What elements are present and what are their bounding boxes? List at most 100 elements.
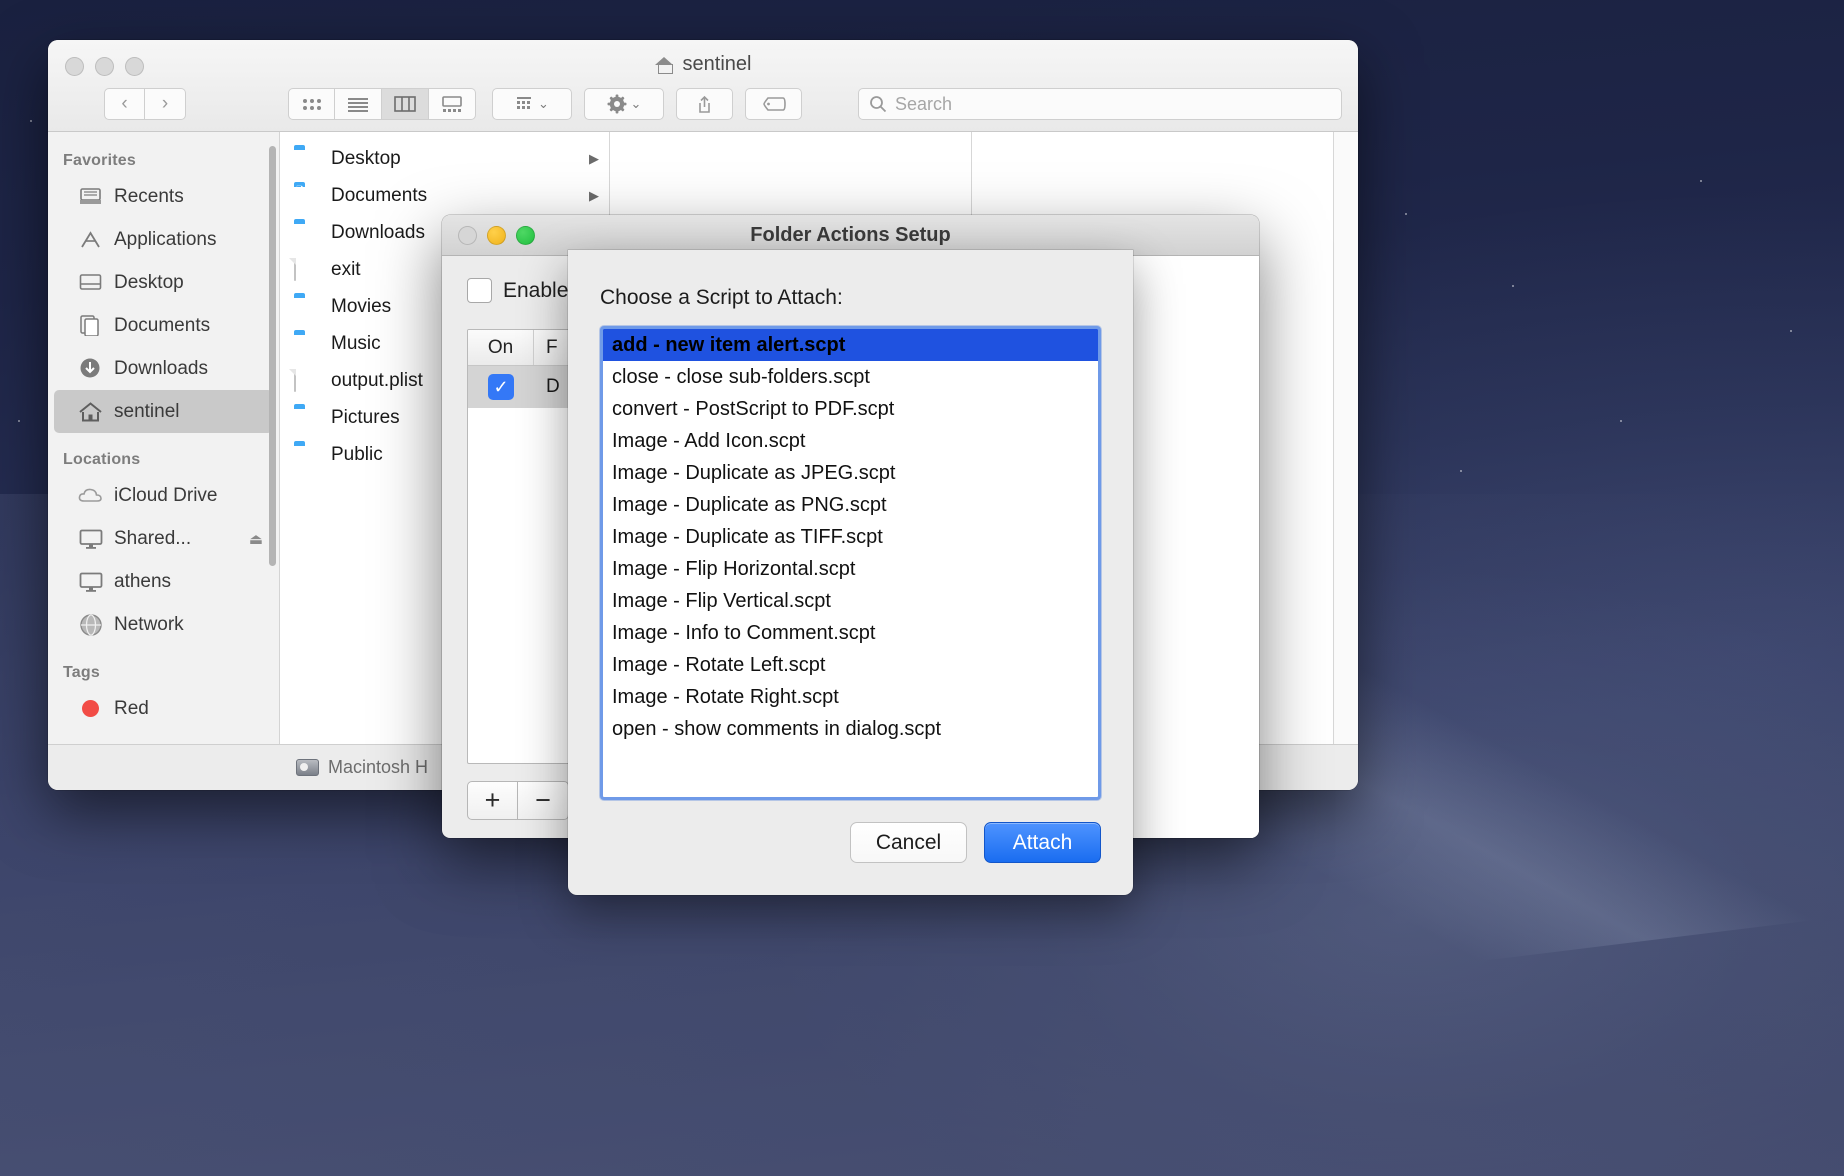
script-list-item[interactable]: open - show comments in dialog.scpt: [603, 713, 1098, 745]
remove-folder-button[interactable]: −: [518, 781, 569, 820]
finder-nav-controls: ‹ ›: [104, 88, 186, 120]
folder-actions-window-title: Folder Actions Setup: [442, 224, 1259, 247]
script-list-item[interactable]: convert - PostScript to PDF.scpt: [603, 393, 1098, 425]
document-icon: [294, 259, 320, 281]
sidebar-section-header-favorites: Favorites: [48, 144, 279, 175]
add-folder-button[interactable]: +: [467, 781, 518, 820]
clock-tray-icon: [78, 184, 103, 209]
back-button[interactable]: ‹: [104, 88, 145, 120]
finder-toolbar: sentinel ‹ ›: [48, 40, 1358, 132]
cancel-button[interactable]: Cancel: [850, 822, 967, 863]
sidebar-item-red-tag[interactable]: Red: [54, 687, 273, 730]
desktop-icon: [78, 270, 103, 295]
sidebar-item-label: Desktop: [114, 272, 184, 294]
grid-icon: [302, 97, 322, 112]
sidebar-item-label: sentinel: [114, 401, 180, 423]
script-list-item[interactable]: Image - Info to Comment.scpt: [603, 617, 1098, 649]
script-list-item[interactable]: add - new item alert.scpt: [603, 329, 1098, 361]
globe-icon: [78, 612, 103, 637]
group-icon: [515, 96, 534, 113]
icon-view-button[interactable]: [288, 88, 335, 120]
sidebar-scrollbar[interactable]: [269, 146, 276, 566]
display-icon: [78, 526, 103, 551]
enable-folder-actions-label: Enable: [503, 279, 568, 303]
script-list-item[interactable]: Image - Duplicate as TIFF.scpt: [603, 521, 1098, 553]
script-list-item[interactable]: Image - Rotate Right.scpt: [603, 681, 1098, 713]
sidebar-item-sentinel[interactable]: sentinel: [54, 390, 273, 433]
home-icon: [78, 399, 103, 424]
tag-button[interactable]: [745, 88, 802, 120]
chevron-right-icon: ▶: [589, 151, 599, 167]
gallery-view-button[interactable]: [429, 88, 476, 120]
sidebar-item-downloads[interactable]: Downloads: [54, 347, 273, 390]
script-list-item[interactable]: close - close sub-folders.scpt: [603, 361, 1098, 393]
sidebar-section-header-locations: Locations: [48, 443, 279, 474]
finder-window-title: sentinel: [48, 53, 1358, 76]
finder-column-4[interactable]: [1334, 132, 1358, 744]
sidebar-section-header-tags: Tags: [48, 656, 279, 687]
sheet-button-row: Cancel Attach: [600, 822, 1101, 895]
share-icon: [696, 95, 713, 114]
tag-dot-icon: [78, 696, 103, 721]
sidebar-item-icloud-drive[interactable]: iCloud Drive: [54, 474, 273, 517]
script-list-item[interactable]: Image - Flip Vertical.scpt: [603, 585, 1098, 617]
file-name: Downloads: [331, 222, 425, 244]
script-list[interactable]: add - new item alert.scpt close - close …: [600, 326, 1101, 800]
sidebar-item-label: Red: [114, 698, 149, 720]
row-on-cell[interactable]: ✓: [468, 374, 534, 400]
file-name: output.plist: [331, 370, 423, 392]
sidebar-item-desktop[interactable]: Desktop: [54, 261, 273, 304]
finder-sidebar[interactable]: Favorites Recents Applications: [48, 132, 280, 744]
folder-icon: ◈: [294, 444, 320, 466]
sidebar-item-applications[interactable]: Applications: [54, 218, 273, 261]
file-name: Movies: [331, 296, 391, 318]
script-list-item[interactable]: Image - Add Icon.scpt: [603, 425, 1098, 457]
file-name: Desktop: [331, 148, 401, 170]
chevron-left-icon: ‹: [121, 93, 127, 115]
file-name: Pictures: [331, 407, 400, 429]
folder-icon: 🗎: [294, 185, 320, 207]
sidebar-item-shared[interactable]: Shared... ⏏: [54, 517, 273, 560]
search-placeholder: Search: [895, 94, 952, 115]
sidebar-item-recents[interactable]: Recents: [54, 175, 273, 218]
folder-icon: [294, 148, 320, 170]
search-icon: [869, 95, 887, 113]
script-list-item[interactable]: Image - Flip Horizontal.scpt: [603, 553, 1098, 585]
eject-icon[interactable]: ⏏: [249, 530, 263, 548]
file-name: Documents: [331, 185, 427, 207]
sidebar-item-network[interactable]: Network: [54, 603, 273, 646]
cloud-icon: [78, 483, 103, 508]
view-mode-segmented-control[interactable]: [288, 88, 476, 120]
choose-script-sheet[interactable]: Choose a Script to Attach: add - new ite…: [568, 250, 1133, 895]
attach-button[interactable]: Attach: [984, 822, 1101, 863]
chevron-right-icon: ▶: [589, 188, 599, 204]
folder-icon: ◉: [294, 407, 320, 429]
file-name: Music: [331, 333, 381, 355]
script-list-item[interactable]: Image - Rotate Left.scpt: [603, 649, 1098, 681]
search-input[interactable]: Search: [858, 88, 1342, 120]
sidebar-item-athens[interactable]: athens: [54, 560, 273, 603]
sidebar-item-documents[interactable]: Documents: [54, 304, 273, 347]
enable-folder-actions-checkbox[interactable]: [467, 278, 492, 303]
sidebar-item-label: Network: [114, 614, 184, 636]
action-menu-button[interactable]: ⌄: [584, 88, 664, 120]
column-header-on[interactable]: On: [468, 330, 534, 365]
column-view-button[interactable]: [382, 88, 429, 120]
display-icon: [78, 569, 103, 594]
lines-icon: [347, 97, 369, 112]
forward-button[interactable]: ›: [145, 88, 186, 120]
group-by-button[interactable]: ⌄: [492, 88, 572, 120]
chevron-down-icon: ⌄: [538, 96, 549, 112]
document-icon: [294, 370, 320, 392]
sidebar-item-label: athens: [114, 571, 171, 593]
row-checkbox-checked[interactable]: ✓: [488, 374, 514, 400]
sidebar-item-label: Downloads: [114, 358, 208, 380]
file-row-documents[interactable]: 🗎 Documents ▶: [280, 177, 609, 214]
desktop: sentinel ‹ ›: [0, 0, 1844, 1176]
gear-icon: [607, 94, 627, 114]
script-list-item[interactable]: Image - Duplicate as JPEG.scpt: [603, 457, 1098, 489]
list-view-button[interactable]: [335, 88, 382, 120]
script-list-item[interactable]: Image - Duplicate as PNG.scpt: [603, 489, 1098, 521]
file-row-desktop[interactable]: Desktop ▶: [280, 140, 609, 177]
share-button[interactable]: [676, 88, 733, 120]
